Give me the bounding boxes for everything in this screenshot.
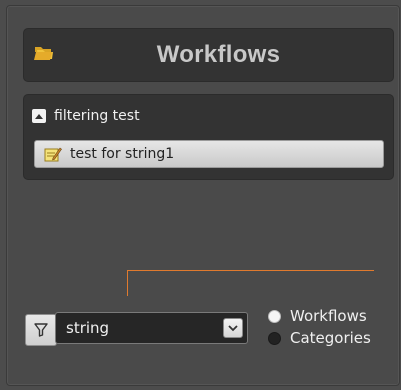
workflow-item-label: test for string1 [70, 146, 175, 162]
filter-combobox[interactable]: string [55, 312, 248, 344]
connector-line-drop [127, 270, 128, 296]
panel-title: Workflows [156, 41, 281, 68]
radio-option-categories[interactable]: Categories [268, 327, 371, 349]
chevron-up-icon [35, 114, 43, 119]
radio-label-categories: Categories [290, 329, 371, 347]
category-group-header[interactable]: filtering test [32, 103, 385, 129]
dropdown-button[interactable] [223, 318, 243, 338]
panel-header: Workflows [23, 28, 394, 82]
chevron-down-icon [228, 325, 238, 332]
category-group: filtering test test for string1 [23, 94, 394, 180]
collapse-button[interactable] [32, 109, 46, 123]
radio-button-categories[interactable] [268, 331, 281, 345]
radio-option-workflows[interactable]: Workflows [268, 305, 371, 327]
category-group-title: filtering test [54, 108, 140, 124]
radio-label-workflows: Workflows [290, 307, 367, 325]
connector-line [127, 270, 374, 271]
filter-funnel-icon [34, 323, 48, 337]
filter-value[interactable]: string [66, 313, 109, 343]
workflow-edit-icon [44, 147, 62, 162]
radio-button-workflows[interactable] [268, 309, 281, 323]
filter-scope-radio-group: Workflows Categories [268, 305, 371, 349]
filter-button[interactable] [25, 314, 57, 346]
workflow-list-item[interactable]: test for string1 [34, 140, 384, 168]
